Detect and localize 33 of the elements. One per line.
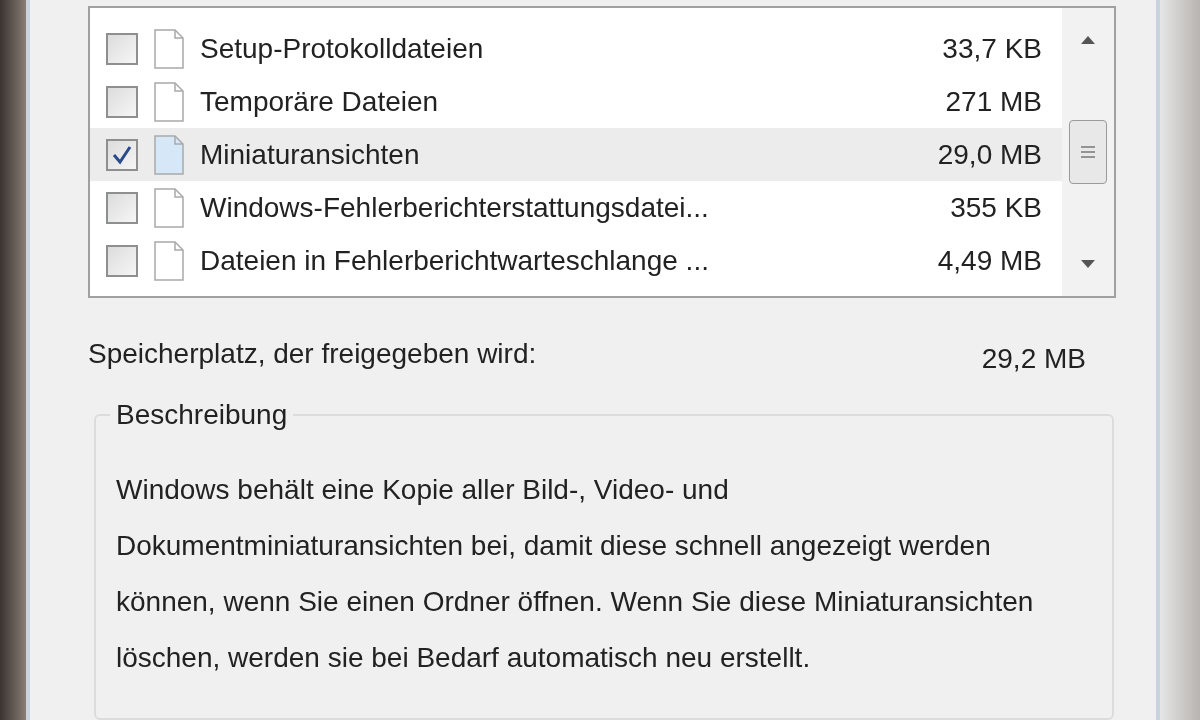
checkbox[interactable] xyxy=(106,244,138,277)
file-list-item[interactable]: Dateien in Fehlerberichtwarteschlange ... 4,49 MB xyxy=(90,234,1062,287)
grip-icon xyxy=(1081,146,1095,158)
file-icon xyxy=(154,240,184,281)
file-list-item[interactable]: Miniaturansichten 29,0 MB xyxy=(90,128,1062,181)
description-text: Windows behält eine Kopie aller Bild-, Video- und Dokumentminiaturansichten bei, damit diese schnell angezeigt werden können, wenn Sie einen Ordner öffnen. Wenn Sie diese Miniaturansichten löschen, werden sie bei Bedarf automatisch neu erstellt. xyxy=(116,473,1035,675)
file-size: 33,7 KB xyxy=(942,31,1042,66)
file-icon xyxy=(154,187,184,228)
file-name: Windows-Fehlerberichterstattungsdatei... xyxy=(200,190,710,225)
file-icon xyxy=(154,28,184,69)
file-name: Dateien in Fehlerberichtwarteschlange ... xyxy=(200,243,710,278)
file-size: 29,0 MB xyxy=(937,137,1042,172)
file-icon xyxy=(154,134,184,175)
file-name: Setup-Protokolldateien xyxy=(200,31,485,66)
file-name: Temporäre Dateien xyxy=(200,84,440,119)
file-list-item[interactable]: Setup-Protokolldateien 33,7 KB xyxy=(90,22,1062,75)
scroll-down-icon[interactable] xyxy=(1081,260,1095,268)
checkbox[interactable] xyxy=(106,32,138,65)
file-size: 271 MB xyxy=(945,84,1042,119)
scrollbar[interactable] xyxy=(1062,8,1114,296)
file-list-item[interactable]: Windows-Fehlerberichterstattungsdatei... 355 KB xyxy=(90,181,1062,234)
scroll-up-icon[interactable] xyxy=(1081,36,1095,44)
file-list-item[interactable]: Temporäre Dateien 271 MB xyxy=(90,75,1062,128)
checkbox[interactable] xyxy=(106,85,138,118)
file-size: 4,49 MB xyxy=(937,243,1042,278)
free-space-value: 29,2 MB xyxy=(981,342,1086,376)
file-icon xyxy=(154,81,184,122)
checkbox[interactable] xyxy=(106,138,138,171)
file-size: 355 KB xyxy=(950,190,1042,225)
scroll-thumb[interactable] xyxy=(1069,120,1107,184)
free-space-label: Speicherplatz, der freigegeben wird: xyxy=(88,337,537,371)
checkbox[interactable] xyxy=(106,191,138,224)
file-name: Miniaturansichten xyxy=(200,137,421,172)
